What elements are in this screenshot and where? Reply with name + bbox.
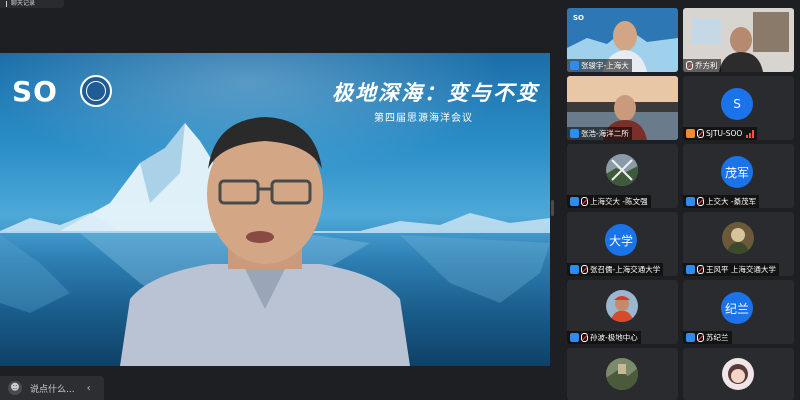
participant-avatar: 大学 bbox=[605, 224, 637, 256]
participant-tile[interactable]: SO 张骏宇-上海大 bbox=[567, 8, 678, 72]
university-seal-icon bbox=[80, 75, 112, 107]
participant-name: 上交大 -綦茂军 bbox=[706, 197, 757, 206]
chat-history-chip[interactable]: 聊天记录 bbox=[0, 0, 64, 8]
participant-avatar: S bbox=[721, 88, 753, 120]
participant-name: 张浩-海洋二所 bbox=[581, 129, 629, 138]
participant-name: 王风平 上海交通大学 bbox=[706, 265, 776, 274]
person-icon bbox=[570, 129, 579, 138]
participant-namebar: 苏纪兰 bbox=[683, 331, 732, 344]
so-logo: SO bbox=[12, 75, 58, 108]
person-icon bbox=[686, 197, 695, 206]
conference-title: 极地深海：变与不变 bbox=[332, 80, 539, 105]
participant-name: SJTU-SOO bbox=[706, 129, 743, 138]
person-icon bbox=[570, 61, 579, 70]
emoji-icon[interactable]: ☻ bbox=[8, 381, 22, 395]
participant-namebar: 孙波-极地中心 bbox=[567, 331, 641, 344]
participant-name: 张召儒-上海交通大学 bbox=[590, 265, 661, 274]
mic-muted-icon bbox=[697, 265, 704, 274]
person-icon bbox=[686, 265, 695, 274]
participant-panel: SO 张骏宇-上海大 乔方利 张浩-海洋二所 S SJTU-SOO 上海交大 -… bbox=[561, 0, 800, 400]
participant-avatar bbox=[606, 154, 638, 186]
participant-name: 上海交大 -陈文强 bbox=[590, 197, 648, 206]
participant-avatar bbox=[606, 290, 638, 322]
participant-tile[interactable]: 孙波-极地中心 bbox=[567, 280, 678, 344]
participant-name: 张骏宇-上海大 bbox=[581, 61, 629, 70]
participant-namebar: 王风平 上海交通大学 bbox=[683, 263, 779, 276]
participant-tile[interactable]: 大学 张召儒-上海交通大学 bbox=[567, 212, 678, 276]
participant-name: 孙波-极地中心 bbox=[590, 333, 638, 342]
mic-muted-icon bbox=[686, 61, 693, 70]
person-icon bbox=[570, 333, 579, 342]
signal-strength-icon bbox=[746, 129, 755, 138]
participant-avatar: 茂军 bbox=[721, 156, 753, 188]
participant-tile[interactable]: 王风平 上海交通大学 bbox=[683, 212, 794, 276]
participant-tile[interactable]: 上海交大 -陈文强 bbox=[567, 144, 678, 208]
participant-name: 乔方利 bbox=[695, 61, 718, 70]
participant-tile[interactable] bbox=[567, 348, 678, 400]
participant-avatar: 纪兰 bbox=[721, 292, 753, 324]
person-icon bbox=[686, 333, 695, 342]
host-icon bbox=[686, 129, 695, 138]
panel-resize-handle[interactable] bbox=[551, 200, 554, 216]
participant-tile[interactable] bbox=[683, 348, 794, 400]
meeting-window: 聊天记录 SO 极地深海：变与不变 第四届思源海洋会议 ☻ 说点什么... ‹ … bbox=[0, 0, 800, 400]
mic-muted-icon bbox=[581, 265, 588, 274]
mic-muted-icon bbox=[697, 129, 704, 138]
participant-tile[interactable]: 纪兰 苏纪兰 bbox=[683, 280, 794, 344]
participant-name: 苏纪兰 bbox=[706, 333, 729, 342]
chat-history-label: 聊天记录 bbox=[11, 0, 36, 7]
participant-avatar bbox=[606, 358, 638, 390]
participant-tile[interactable]: 茂军 上交大 -綦茂军 bbox=[683, 144, 794, 208]
svg-text:SO: SO bbox=[573, 14, 584, 22]
participant-tile[interactable]: 张浩-海洋二所 bbox=[567, 76, 678, 140]
mic-muted-icon bbox=[697, 197, 704, 206]
participant-namebar: SJTU-SOO bbox=[683, 127, 758, 140]
main-speaker-video[interactable]: SO 极地深海：变与不变 第四届思源海洋会议 bbox=[0, 53, 550, 366]
participant-avatar bbox=[722, 358, 754, 390]
participant-namebar: 张召儒-上海交通大学 bbox=[567, 263, 664, 276]
participant-namebar: 张骏宇-上海大 bbox=[567, 59, 632, 72]
participant-tile[interactable]: 乔方利 bbox=[683, 8, 794, 72]
mic-muted-icon bbox=[581, 333, 588, 342]
mic-muted-icon bbox=[697, 333, 704, 342]
speaker-figure bbox=[120, 117, 410, 366]
participant-avatar bbox=[722, 222, 754, 254]
participant-namebar: 张浩-海洋二所 bbox=[567, 127, 632, 140]
mic-muted-icon bbox=[581, 197, 588, 206]
collapse-chevron-icon[interactable]: ‹ bbox=[87, 383, 91, 394]
participant-namebar: 上海交大 -陈文强 bbox=[567, 195, 651, 208]
person-icon bbox=[570, 265, 579, 274]
chat-input-placeholder[interactable]: 说点什么... bbox=[30, 382, 75, 395]
person-icon bbox=[570, 197, 579, 206]
chat-history-icon bbox=[6, 1, 7, 7]
chat-input-bar[interactable]: ☻ 说点什么... ‹ bbox=[0, 376, 104, 400]
participant-namebar: 乔方利 bbox=[683, 59, 721, 72]
participant-tile[interactable]: S SJTU-SOO bbox=[683, 76, 794, 140]
participant-namebar: 上交大 -綦茂军 bbox=[683, 195, 760, 208]
